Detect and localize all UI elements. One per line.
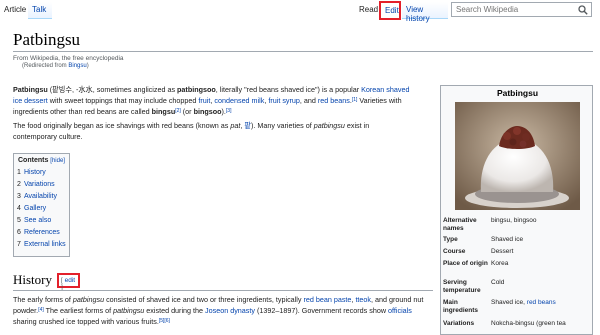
search-box (451, 2, 592, 17)
site-subtitle: From Wikipedia, the free encyclopedia (13, 55, 124, 62)
link-fruit-syrup[interactable]: fruit syrup (268, 96, 300, 105)
search-icon[interactable] (578, 5, 588, 15)
toc-item-references[interactable]: 6 References (17, 227, 66, 239)
link-red-bean-paste[interactable]: red bean paste (303, 295, 351, 304)
tab-edit[interactable]: Edit (379, 1, 401, 20)
toc-item-variations[interactable]: 2 Variations (17, 179, 66, 191)
toc-item-availability[interactable]: 3 Availability (17, 191, 66, 203)
reference-3[interactable]: [3] (226, 108, 232, 114)
link-joseon-dynasty[interactable]: Joseon dynasty (205, 306, 255, 315)
toc-title: Contents [hide] (18, 157, 65, 164)
infobox-title: Patbingsu (496, 88, 539, 98)
patbingsu-photo[interactable] (455, 102, 580, 210)
tab-read[interactable]: Read (355, 2, 379, 19)
link-dessert[interactable]: Dessert (491, 248, 591, 256)
intro-paragraph-2: The food originally began as ice shaving… (13, 121, 370, 141)
tab-article[interactable]: Article (0, 2, 28, 19)
top-navigation: Article Talk Read Edit View history (0, 0, 600, 24)
toc-item-see-also[interactable]: 5 See also (17, 215, 66, 227)
link-officials[interactable]: officials (388, 306, 412, 315)
link-tteok[interactable]: tteok (355, 295, 371, 304)
section-divider (13, 290, 433, 291)
link-red-beans[interactable]: red beans (318, 96, 350, 105)
search-input[interactable] (452, 3, 574, 16)
table-of-contents: Contents [hide] 1 History 2 Variations 3 Av… (13, 153, 70, 257)
link-pat-hangul[interactable]: 팥 (244, 121, 251, 130)
toc-hide-button[interactable]: [hide] (50, 158, 65, 164)
link-korea[interactable]: Korea (491, 260, 591, 268)
link-red-beans-infobox[interactable]: red beans (527, 299, 556, 306)
redirect-notice: (Redirected from Bingsu) (22, 63, 89, 69)
link-condensed-milk[interactable]: condensed milk (214, 96, 264, 105)
page-title: Patbingsu (13, 30, 81, 49)
toc-item-gallery[interactable]: 4 Gallery (17, 203, 66, 215)
toc-item-external-links[interactable]: 7 External links (17, 239, 66, 251)
link-fruit[interactable]: fruit (198, 96, 210, 105)
tab-view-history[interactable]: View history (402, 2, 448, 23)
redirect-link[interactable]: Bingsu (68, 63, 86, 69)
link-shaved-ice[interactable]: Shaved ice (491, 236, 591, 244)
tab-talk[interactable]: Talk (28, 2, 52, 19)
infobox: Patbingsu Alternative names bingsu, bing… (440, 85, 593, 335)
intro-paragraph-1: Patbingsu (팥빙수, -水水, sometimes anglicize… (13, 85, 410, 116)
reference-5-6[interactable]: [5][6] (159, 318, 170, 324)
toc-item-history[interactable]: 1 History (17, 167, 66, 179)
title-divider (13, 51, 593, 52)
history-paragraph: The early forms of patbingsu consisted o… (13, 295, 424, 326)
section-edit-button[interactable]: [ edit ] (57, 273, 80, 291)
section-heading-history: History (13, 272, 52, 287)
